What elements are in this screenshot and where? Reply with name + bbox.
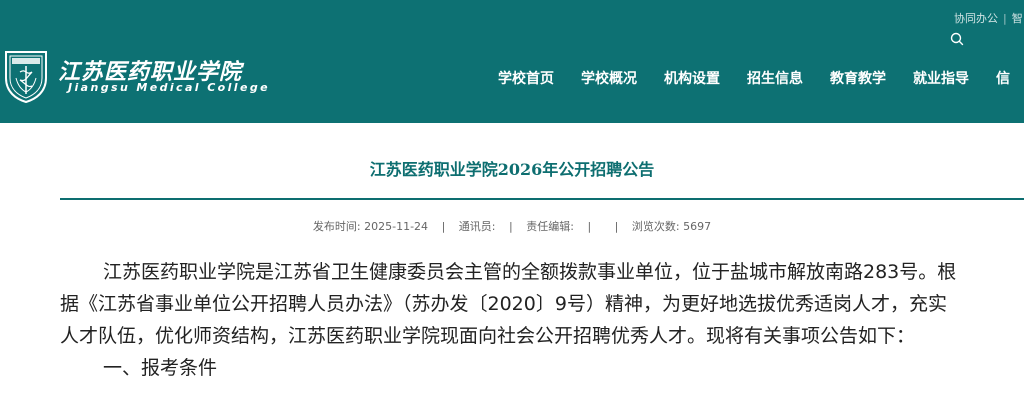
search-icon[interactable] [949, 31, 965, 47]
top-link-collab-office[interactable]: 协同办公 [954, 12, 998, 25]
title-divider [60, 198, 1024, 200]
editor-label: 责任编辑: [526, 220, 574, 233]
reporter-label: 通讯员: [458, 220, 496, 233]
article-meta: 发布时间: 2025-11-24 | 通讯员: | 责任编辑: | | 浏览次数… [0, 218, 1024, 234]
nav-item-education[interactable]: 教育教学 [830, 68, 886, 88]
nav-item-overview[interactable]: 学校概况 [581, 68, 637, 88]
publish-date: 2025-11-24 [364, 220, 429, 233]
nav-item-admissions[interactable]: 招生信息 [747, 68, 803, 88]
meta-separator: | [614, 220, 619, 233]
nav-item-employment[interactable]: 就业指导 [913, 68, 969, 88]
main-nav: 学校首页 学校概况 机构设置 招生信息 教育教学 就业指导 信 [498, 68, 1024, 90]
article-body: 江苏医药职业学院是江苏省卫生健康委员会主管的全额拨款事业单位，位于盐城市解放南路… [60, 256, 1024, 384]
article-title: 江苏医药职业学院2026年公开招聘公告 [369, 160, 655, 179]
school-name-en: Jiangsu Medical College [68, 81, 270, 94]
top-link-separator: | [1003, 12, 1007, 25]
top-links: 协同办公 | 智 [954, 10, 1024, 26]
views-label: 浏览次数: [631, 220, 680, 233]
body-line: 据《江苏省事业单位公开招聘人员办法》（苏办发〔2020〕9号）精神，为更好地选拔… [60, 293, 947, 315]
nav-item-departments[interactable]: 机构设置 [664, 68, 720, 88]
nav-item-home[interactable]: 学校首页 [498, 68, 554, 88]
site-header: 江苏医药职业学院 Jiangsu Medical College 协同办公 | 智 … [0, 0, 1024, 123]
body-line: 江苏医药职业学院是江苏省卫生健康委员会主管的全额拨款事业单位，位于盐城市解放南路… [103, 261, 957, 283]
views-count: 5697 [683, 220, 712, 233]
meta-separator: | [441, 220, 446, 233]
top-link-more[interactable]: 智 [1012, 12, 1023, 25]
body-line: 人才队伍，优化师资结构，江苏医药职业学院现面向社会公开招聘优秀人才。现将有关事项… [60, 325, 916, 347]
page: 江苏医药职业学院 Jiangsu Medical College 协同办公 | 智 … [0, 0, 1024, 400]
school-emblem-icon [5, 51, 47, 104]
publish-label: 发布时间: [312, 220, 361, 233]
meta-separator: | [587, 220, 592, 233]
section-heading: 一、报考条件 [103, 357, 218, 379]
meta-separator: | [509, 220, 513, 233]
nav-item-truncated[interactable]: 信 [996, 68, 1010, 88]
